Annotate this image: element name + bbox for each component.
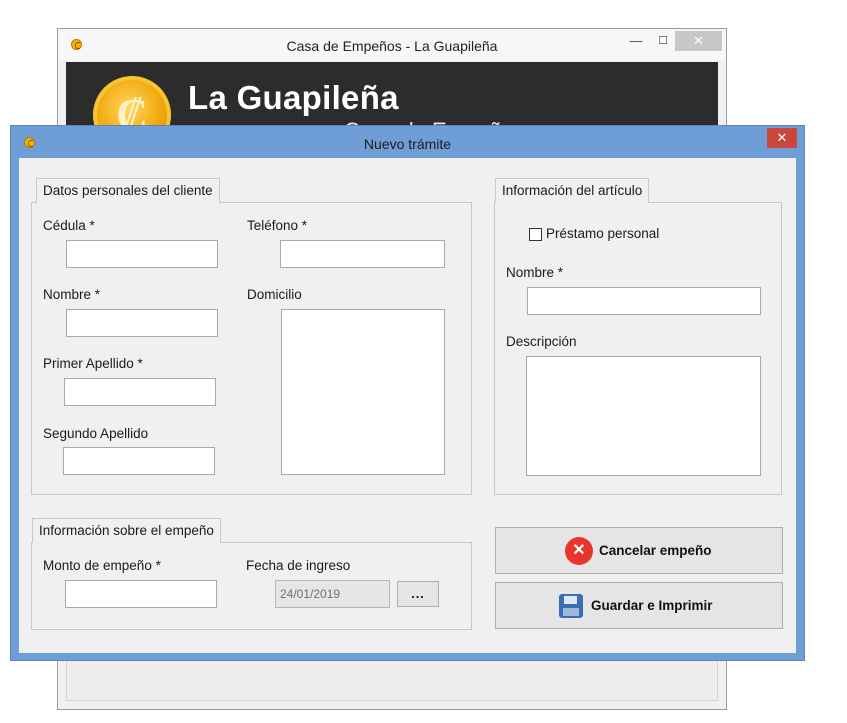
nombre-input[interactable] bbox=[66, 309, 218, 337]
descripcion-textarea[interactable] bbox=[526, 356, 761, 476]
dialog-body: Datos personales del cliente Cédula * Te… bbox=[19, 158, 796, 653]
dialog-title: Nuevo trámite bbox=[363, 136, 452, 152]
segundo-apellido-input[interactable] bbox=[63, 447, 215, 475]
date-picker-button[interactable]: ... bbox=[397, 581, 439, 607]
main-window-bottom-panel bbox=[66, 659, 718, 701]
personal-loan-label[interactable]: Préstamo personal bbox=[546, 226, 659, 241]
banner-title: La Guapileña bbox=[188, 79, 399, 116]
minimize-button[interactable]: — bbox=[626, 31, 646, 51]
fecha-input bbox=[275, 580, 390, 608]
monto-label: Monto de empeño * bbox=[43, 558, 161, 573]
descripcion-label: Descripción bbox=[506, 334, 577, 349]
save-print-label: Guardar e Imprimir bbox=[591, 598, 713, 613]
primer-apellido-input[interactable] bbox=[64, 378, 216, 406]
cedula-label: Cédula * bbox=[43, 218, 95, 233]
main-close-button[interactable]: ✕ bbox=[675, 31, 722, 51]
cancel-pawn-label: Cancelar empeño bbox=[599, 543, 712, 558]
maximize-button[interactable]: ☐ bbox=[653, 31, 673, 51]
article-info-group-title: Información del artículo bbox=[495, 178, 650, 203]
article-nombre-input[interactable] bbox=[527, 287, 761, 315]
floppy-disk-icon bbox=[559, 594, 583, 618]
dialog-close-button[interactable]: ✕ bbox=[767, 128, 797, 148]
app-banner: ₡ La Guapileña Casa de Empeños bbox=[66, 62, 718, 154]
domicilio-textarea[interactable] bbox=[281, 309, 445, 475]
segundo-apellido-label: Segundo Apellido bbox=[43, 426, 149, 441]
cancel-pawn-button[interactable]: ✕ Cancelar empeño bbox=[495, 527, 783, 574]
telefono-label: Teléfono * bbox=[247, 218, 308, 233]
primer-apellido-label: Primer Apellido * bbox=[43, 356, 143, 371]
dialog-titlebar: Nuevo trámite ✕ bbox=[11, 126, 804, 157]
nombre-label: Nombre * bbox=[43, 287, 101, 302]
domicilio-label: Domicilio bbox=[247, 287, 302, 302]
pawn-info-group-title: Información sobre el empeño bbox=[32, 518, 221, 543]
fecha-label: Fecha de ingreso bbox=[246, 558, 351, 573]
cedula-input[interactable] bbox=[66, 240, 218, 268]
client-data-group-title: Datos personales del cliente bbox=[36, 178, 220, 203]
article-nombre-label: Nombre * bbox=[506, 265, 564, 280]
new-transaction-dialog: Nuevo trámite ✕ Datos personales del cli… bbox=[10, 125, 805, 661]
personal-loan-checkbox[interactable] bbox=[529, 228, 542, 241]
main-window-titlebar: Casa de Empeños - La Guapileña — ☐ ✕ bbox=[58, 29, 726, 61]
telefono-input[interactable] bbox=[280, 240, 445, 268]
cancel-icon: ✕ bbox=[565, 537, 593, 565]
save-print-button[interactable]: Guardar e Imprimir bbox=[495, 582, 783, 629]
monto-input[interactable] bbox=[65, 580, 217, 608]
